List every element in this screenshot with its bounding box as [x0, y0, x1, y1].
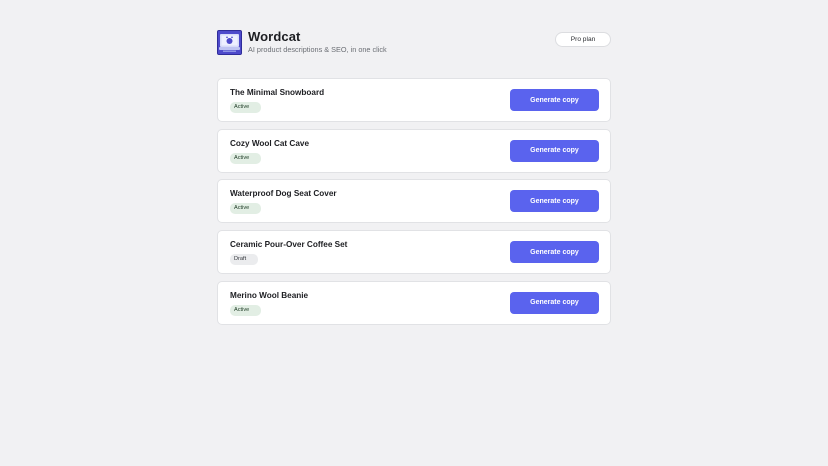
- product-name: Waterproof Dog Seat Cover: [230, 189, 337, 199]
- generate-copy-button[interactable]: Generate copy: [510, 190, 599, 213]
- product-name: Merino Wool Beanie: [230, 290, 309, 300]
- generate-copy-button[interactable]: Generate copy: [510, 89, 599, 111]
- status-badge: Active: [230, 152, 262, 164]
- status-badge: Active: [230, 102, 262, 113]
- app-header: Wordcat AI product descriptions & SEO, i…: [217, 29, 611, 56]
- product-card: Cozy Wool Cat Cave Active Generate copy: [217, 128, 611, 173]
- status-badge: Draft: [230, 254, 259, 266]
- product-card: Merino Wool Beanie Active Generate copy: [217, 280, 611, 325]
- product-card: The Minimal Snowboard Active Generate co…: [217, 78, 611, 122]
- product-name: Cozy Wool Cat Cave: [230, 138, 310, 148]
- status-badge: Active: [230, 304, 262, 316]
- generate-copy-button[interactable]: Generate copy: [510, 291, 599, 314]
- product-card: Ceramic Pour-Over Coffee Set Draft Gener…: [217, 230, 611, 275]
- app-subtitle: AI product descriptions & SEO, in one cl…: [248, 45, 387, 54]
- app-root: Wordcat AI product descriptions & SEO, i…: [0, 0, 828, 466]
- product-name: The Minimal Snowboard: [230, 88, 325, 97]
- status-badge: Active: [230, 203, 262, 215]
- cat-laptop-icon: [217, 30, 242, 55]
- product-card: Waterproof Dog Seat Cover Active Generat…: [217, 179, 611, 224]
- generate-copy-button[interactable]: Generate copy: [510, 139, 599, 162]
- product-name: Ceramic Pour-Over Coffee Set: [230, 240, 348, 250]
- product-list: The Minimal Snowboard Active Generate co…: [217, 78, 611, 331]
- generate-copy-button[interactable]: Generate copy: [510, 241, 599, 264]
- pro-plan-button[interactable]: Pro plan: [555, 32, 611, 47]
- app-title: Wordcat: [248, 29, 301, 44]
